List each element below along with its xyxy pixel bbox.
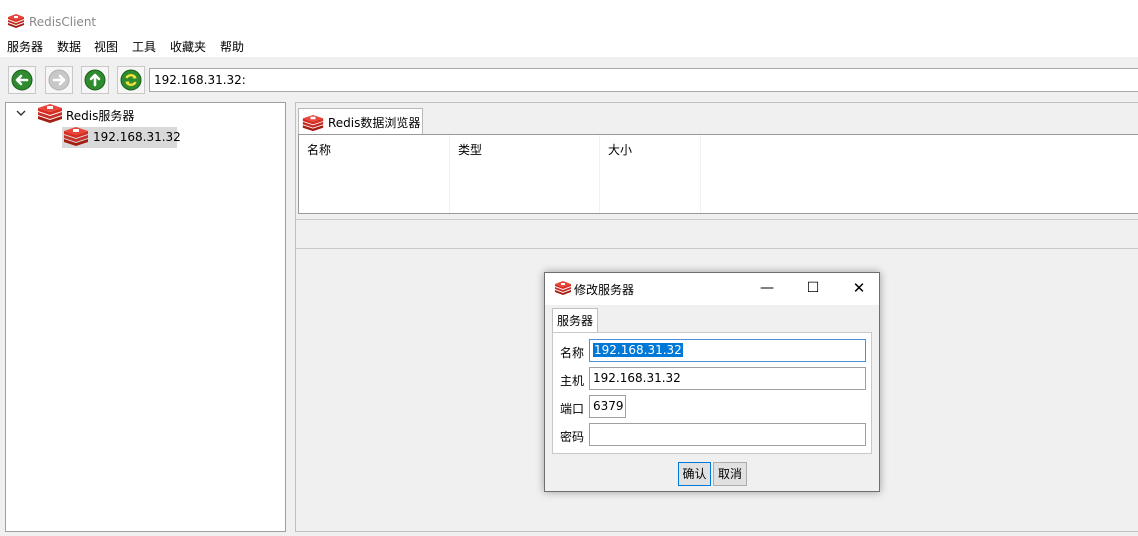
column-type: 类型: [450, 135, 600, 213]
app-title: RedisClient: [29, 15, 97, 29]
up-icon: [84, 69, 106, 91]
keys-table: 名称 类型 大小: [298, 134, 1138, 214]
menu-bar: 服务器 数据 视图 工具 收藏夹 帮助: [0, 40, 1138, 57]
toolbar: 192.168.31.32:: [0, 62, 1138, 96]
tab-server[interactable]: 服务器: [552, 308, 598, 332]
menu-help[interactable]: 帮助: [220, 40, 244, 55]
name-field[interactable]: 192.168.31.32: [589, 339, 866, 362]
window-titlebar: RedisClient: [0, 0, 1138, 40]
server-form: 名称 192.168.31.32 主机 192.168.31.32 端口 637…: [552, 332, 872, 454]
forward-button[interactable]: [45, 66, 73, 94]
redis-icon: [8, 14, 24, 28]
redis-icon: [302, 115, 324, 132]
column-header[interactable]: 大小: [608, 141, 632, 158]
refresh-button[interactable]: [117, 66, 145, 94]
menu-server[interactable]: 服务器: [7, 40, 43, 55]
back-icon: [11, 69, 33, 91]
close-icon: ✕: [852, 279, 866, 297]
tree-node-root[interactable]: Redis服务器: [6, 103, 285, 127]
password-label: 密码: [560, 430, 585, 444]
tree-node-server[interactable]: 192.168.31.32: [62, 127, 181, 148]
forward-icon: [48, 69, 70, 91]
server-tree: Redis服务器 192.168.31.32: [5, 102, 286, 532]
maximize-button[interactable]: ☐: [795, 276, 831, 300]
menu-tools[interactable]: 工具: [132, 40, 156, 55]
tree-server-label: 192.168.31.32: [93, 130, 181, 144]
close-button[interactable]: ✕: [841, 276, 877, 300]
up-button[interactable]: [81, 66, 109, 94]
redis-icon: [64, 127, 88, 146]
host-field[interactable]: 192.168.31.32: [589, 367, 866, 390]
menu-favorites[interactable]: 收藏夹: [170, 40, 206, 55]
chevron-down-icon[interactable]: [16, 110, 26, 118]
tree-root-label: Redis服务器: [66, 109, 135, 123]
dialog-body: 服务器 名称 192.168.31.32 主机 192.168.31.32 端口…: [545, 305, 879, 491]
column-header[interactable]: 类型: [458, 141, 482, 158]
minimize-button[interactable]: —: [749, 276, 785, 300]
tab-redis-browser[interactable]: Redis数据浏览器: [298, 108, 423, 134]
cancel-button[interactable]: 取消: [713, 462, 747, 486]
dialog-title: 修改服务器: [574, 283, 635, 297]
value-panel-header: [296, 219, 1138, 249]
name-value: 192.168.31.32: [593, 343, 683, 357]
port-field[interactable]: 6379: [589, 395, 626, 418]
host-label: 主机: [560, 374, 585, 388]
confirm-button[interactable]: 确认: [678, 462, 711, 486]
column-header[interactable]: 名称: [307, 141, 331, 158]
redis-icon: [38, 104, 62, 123]
name-label: 名称: [560, 346, 585, 360]
redis-icon: [555, 281, 571, 295]
edit-server-dialog: 修改服务器 — ☐ ✕ 服务器 名称 192.168.31.32 主机 192.…: [544, 272, 880, 492]
menu-view[interactable]: 视图: [94, 40, 118, 55]
column-name: 名称: [299, 135, 450, 213]
maximize-icon: ☐: [806, 280, 820, 296]
password-field[interactable]: [589, 423, 866, 446]
tab-label: Redis数据浏览器: [328, 116, 421, 130]
menu-data[interactable]: 数据: [57, 40, 81, 55]
back-button[interactable]: [8, 66, 36, 94]
address-field[interactable]: 192.168.31.32:: [149, 68, 1138, 92]
minimize-icon: —: [760, 280, 774, 296]
refresh-icon: [120, 69, 142, 91]
port-label: 端口: [560, 402, 585, 416]
column-size: 大小: [600, 135, 701, 213]
